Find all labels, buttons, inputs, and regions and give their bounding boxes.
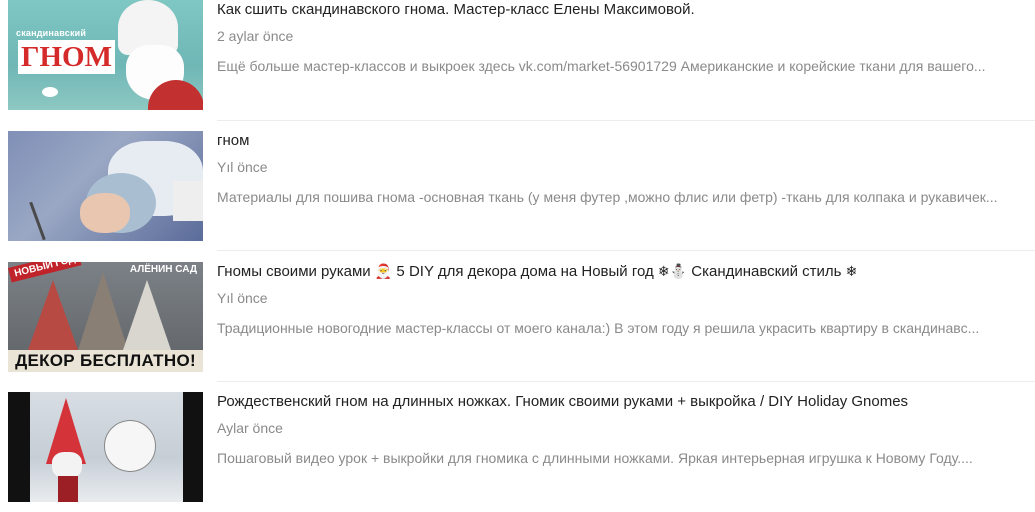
video-description: Традиционные новогодние мастер-классы от… (217, 320, 980, 336)
video-result[interactable]: Рождественский гном на длинных ножках. Г… (0, 392, 1035, 512)
thumbnail-banner: ДЕКОР БЕСПЛАТНО! (8, 350, 203, 372)
video-result[interactable]: гном Yıl önce Материалы для пошива гнома… (0, 131, 1035, 251)
snowflake-emoji-icon: ❄ (845, 264, 858, 280)
video-title[interactable]: Рождественский гном на длинных ножках. Г… (217, 393, 1035, 411)
video-thumbnail[interactable]: скандинавский ГНОМ (8, 0, 203, 110)
gnome-beard-image (52, 452, 82, 478)
video-thumbnail[interactable]: НОВЫЙ ГОД АЛЁНИН САД ДЕКОР БЕСПЛАТНО! (8, 262, 203, 372)
video-date: 2 aylar önce (217, 28, 294, 44)
thumbnail-caption-big: ГНОМ (18, 40, 115, 74)
video-title[interactable]: Гномы своими руками 🎅 5 DIY для декора д… (217, 263, 1035, 281)
video-thumbnail[interactable] (8, 131, 203, 241)
video-thumbnail[interactable] (8, 392, 203, 502)
video-result[interactable]: НОВЫЙ ГОД АЛЁНИН САД ДЕКОР БЕСПЛАТНО! Гн… (0, 262, 1035, 382)
title-text: Гномы своими руками (217, 263, 375, 280)
divider (217, 381, 1035, 382)
video-date: Yıl önce (217, 290, 268, 306)
video-date: Yıl önce (217, 159, 268, 175)
gnome-legs-image (58, 476, 78, 502)
divider (217, 120, 1035, 121)
video-date: Aylar önce (217, 420, 283, 436)
snowflake-snowman-emoji-icon: ❄⛄ (657, 264, 688, 280)
hand-image (80, 193, 130, 233)
thumbnail-caption-small: скандинавский (16, 28, 87, 38)
video-result[interactable]: скандинавский ГНОМ Как сшить скандинавск… (0, 0, 1035, 120)
title-text: Скандинавский стиль (687, 263, 846, 280)
santa-emoji-icon: 🎅 (374, 264, 393, 280)
thumbnail-label-right: АЛЁНИН САД (129, 264, 197, 275)
channel-stamp-logo (104, 420, 156, 472)
divider (217, 250, 1035, 251)
video-description: Пошаговый видео урок + выкройки для гном… (217, 450, 973, 466)
video-description: Материалы для пошива гнома -основная тка… (217, 189, 998, 205)
title-text: 5 DIY для декора дома на Новый год (392, 263, 658, 280)
channel-logo (42, 87, 58, 97)
video-title[interactable]: Как сшить скандинавского гнома. Мастер-к… (217, 1, 1035, 19)
video-description: Ещё больше мастер-классов и выкроек здес… (217, 58, 986, 74)
video-title[interactable]: гном (217, 132, 1035, 150)
sewing-machine-image (173, 181, 203, 221)
